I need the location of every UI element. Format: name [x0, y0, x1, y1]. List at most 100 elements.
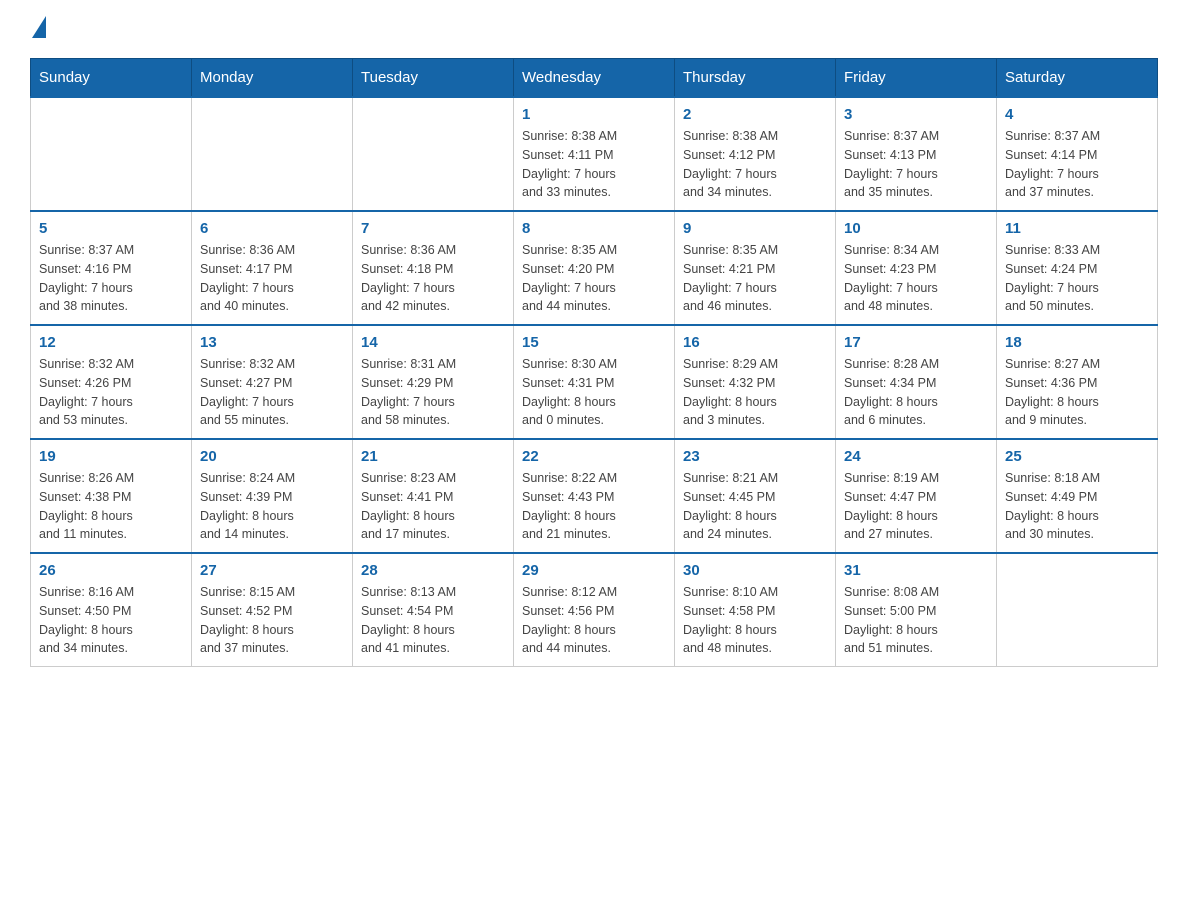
day-info: Sunrise: 8:22 AMSunset: 4:43 PMDaylight:…	[522, 469, 666, 544]
day-info: Sunrise: 8:13 AMSunset: 4:54 PMDaylight:…	[361, 583, 505, 658]
calendar-week-row: 12Sunrise: 8:32 AMSunset: 4:26 PMDayligh…	[31, 325, 1158, 439]
day-number: 22	[522, 448, 666, 465]
day-info: Sunrise: 8:34 AMSunset: 4:23 PMDaylight:…	[844, 241, 988, 316]
calendar-cell: 28 Sunrise: 8:13 AMSunset: 4:54 PMDayligh…	[353, 553, 514, 667]
calendar-cell: 2 Sunrise: 8:38 AMSunset: 4:12 PMDaylight…	[675, 97, 836, 211]
day-info: Sunrise: 8:24 AMSunset: 4:39 PMDaylight:…	[200, 469, 344, 544]
day-info: Sunrise: 8:36 AMSunset: 4:18 PMDaylight:…	[361, 241, 505, 316]
day-info: Sunrise: 8:08 AMSunset: 5:00 PMDaylight:…	[844, 583, 988, 658]
calendar-cell: 30Sunrise: 8:10 AMSunset: 4:58 PMDayligh…	[675, 553, 836, 667]
day-header-row: Sunday Monday Tuesday Wednesday Thursday…	[31, 59, 1158, 98]
day-info: Sunrise: 8:10 AMSunset: 4:58 PMDaylight:…	[683, 583, 827, 658]
calendar-table: Sunday Monday Tuesday Wednesday Thursday…	[30, 58, 1158, 667]
day-info: Sunrise: 8:38 AMSunset: 4:11 PMDaylight:…	[522, 127, 666, 202]
page-header	[30, 20, 1158, 38]
calendar-cell: 23 Sunrise: 8:21 AMSunset: 4:45 PMDayligh…	[675, 439, 836, 553]
day-info: Sunrise: 8:37 AMSunset: 4:13 PMDaylight:…	[844, 127, 988, 202]
day-info: Sunrise: 8:35 AMSunset: 4:21 PMDaylight:…	[683, 241, 827, 316]
calendar-cell: 1 Sunrise: 8:38 AMSunset: 4:11 PMDaylight…	[514, 97, 675, 211]
calendar-cell: 19Sunrise: 8:26 AMSunset: 4:38 PMDayligh…	[31, 439, 192, 553]
day-number: 12	[39, 334, 183, 351]
day-info: Sunrise: 8:35 AMSunset: 4:20 PMDaylight:…	[522, 241, 666, 316]
calendar-cell	[192, 97, 353, 211]
day-number: 25	[1005, 448, 1149, 465]
header-wednesday: Wednesday	[514, 59, 675, 98]
calendar-cell: 5 Sunrise: 8:37 AMSunset: 4:16 PMDaylight…	[31, 211, 192, 325]
day-info: Sunrise: 8:28 AMSunset: 4:34 PMDaylight:…	[844, 355, 988, 430]
day-info: Sunrise: 8:37 AMSunset: 4:16 PMDaylight:…	[39, 241, 183, 316]
calendar-cell: 6 Sunrise: 8:36 AMSunset: 4:17 PMDaylight…	[192, 211, 353, 325]
calendar-cell: 10 Sunrise: 8:34 AMSunset: 4:23 PMDayligh…	[836, 211, 997, 325]
day-info: Sunrise: 8:31 AMSunset: 4:29 PMDaylight:…	[361, 355, 505, 430]
calendar-cell: 24 Sunrise: 8:19 AMSunset: 4:47 PMDayligh…	[836, 439, 997, 553]
day-info: Sunrise: 8:38 AMSunset: 4:12 PMDaylight:…	[683, 127, 827, 202]
header-friday: Friday	[836, 59, 997, 98]
day-number: 1	[522, 106, 666, 123]
calendar-cell: 22 Sunrise: 8:22 AMSunset: 4:43 PMDayligh…	[514, 439, 675, 553]
calendar-cell: 4Sunrise: 8:37 AMSunset: 4:14 PMDaylight…	[997, 97, 1158, 211]
calendar-cell: 21 Sunrise: 8:23 AMSunset: 4:41 PMDayligh…	[353, 439, 514, 553]
header-sunday: Sunday	[31, 59, 192, 98]
day-number: 19	[39, 448, 183, 465]
calendar-header: Sunday Monday Tuesday Wednesday Thursday…	[31, 59, 1158, 98]
day-info: Sunrise: 8:15 AMSunset: 4:52 PMDaylight:…	[200, 583, 344, 658]
day-number: 23	[683, 448, 827, 465]
day-info: Sunrise: 8:32 AMSunset: 4:27 PMDaylight:…	[200, 355, 344, 430]
calendar-cell	[31, 97, 192, 211]
day-number: 27	[200, 562, 344, 579]
day-number: 7	[361, 220, 505, 237]
calendar-week-row: 1 Sunrise: 8:38 AMSunset: 4:11 PMDaylight…	[31, 97, 1158, 211]
day-number: 3	[844, 106, 988, 123]
day-number: 4	[1005, 106, 1149, 123]
calendar-cell: 11 Sunrise: 8:33 AMSunset: 4:24 PMDayligh…	[997, 211, 1158, 325]
day-number: 26	[39, 562, 183, 579]
calendar-cell: 29Sunrise: 8:12 AMSunset: 4:56 PMDayligh…	[514, 553, 675, 667]
calendar-cell: 7 Sunrise: 8:36 AMSunset: 4:18 PMDaylight…	[353, 211, 514, 325]
calendar-cell: 20 Sunrise: 8:24 AMSunset: 4:39 PMDayligh…	[192, 439, 353, 553]
calendar-cell: 9 Sunrise: 8:35 AMSunset: 4:21 PMDaylight…	[675, 211, 836, 325]
logo	[30, 20, 46, 38]
day-number: 21	[361, 448, 505, 465]
day-number: 20	[200, 448, 344, 465]
day-number: 28	[361, 562, 505, 579]
header-monday: Monday	[192, 59, 353, 98]
calendar-cell: 12Sunrise: 8:32 AMSunset: 4:26 PMDayligh…	[31, 325, 192, 439]
calendar-cell	[997, 553, 1158, 667]
calendar-week-row: 26Sunrise: 8:16 AMSunset: 4:50 PMDayligh…	[31, 553, 1158, 667]
calendar-cell: 18 Sunrise: 8:27 AMSunset: 4:36 PMDayligh…	[997, 325, 1158, 439]
calendar-cell: 8Sunrise: 8:35 AMSunset: 4:20 PMDaylight…	[514, 211, 675, 325]
day-number: 17	[844, 334, 988, 351]
day-number: 11	[1005, 220, 1149, 237]
calendar-cell: 13 Sunrise: 8:32 AMSunset: 4:27 PMDayligh…	[192, 325, 353, 439]
day-info: Sunrise: 8:29 AMSunset: 4:32 PMDaylight:…	[683, 355, 827, 430]
day-info: Sunrise: 8:27 AMSunset: 4:36 PMDaylight:…	[1005, 355, 1149, 430]
day-number: 24	[844, 448, 988, 465]
day-number: 10	[844, 220, 988, 237]
calendar-week-row: 5 Sunrise: 8:37 AMSunset: 4:16 PMDaylight…	[31, 211, 1158, 325]
header-thursday: Thursday	[675, 59, 836, 98]
calendar-cell	[353, 97, 514, 211]
calendar-week-row: 19Sunrise: 8:26 AMSunset: 4:38 PMDayligh…	[31, 439, 1158, 553]
day-info: Sunrise: 8:21 AMSunset: 4:45 PMDaylight:…	[683, 469, 827, 544]
day-info: Sunrise: 8:19 AMSunset: 4:47 PMDaylight:…	[844, 469, 988, 544]
calendar-cell: 15Sunrise: 8:30 AMSunset: 4:31 PMDayligh…	[514, 325, 675, 439]
day-number: 29	[522, 562, 666, 579]
day-number: 14	[361, 334, 505, 351]
day-number: 5	[39, 220, 183, 237]
day-info: Sunrise: 8:23 AMSunset: 4:41 PMDaylight:…	[361, 469, 505, 544]
day-info: Sunrise: 8:30 AMSunset: 4:31 PMDaylight:…	[522, 355, 666, 430]
day-info: Sunrise: 8:36 AMSunset: 4:17 PMDaylight:…	[200, 241, 344, 316]
calendar-cell: 3 Sunrise: 8:37 AMSunset: 4:13 PMDaylight…	[836, 97, 997, 211]
day-number: 9	[683, 220, 827, 237]
calendar-cell: 26Sunrise: 8:16 AMSunset: 4:50 PMDayligh…	[31, 553, 192, 667]
calendar-body: 1 Sunrise: 8:38 AMSunset: 4:11 PMDaylight…	[31, 97, 1158, 667]
calendar-cell: 25Sunrise: 8:18 AMSunset: 4:49 PMDayligh…	[997, 439, 1158, 553]
day-number: 6	[200, 220, 344, 237]
calendar-cell: 27 Sunrise: 8:15 AMSunset: 4:52 PMDayligh…	[192, 553, 353, 667]
day-info: Sunrise: 8:33 AMSunset: 4:24 PMDaylight:…	[1005, 241, 1149, 316]
day-number: 18	[1005, 334, 1149, 351]
day-number: 13	[200, 334, 344, 351]
header-tuesday: Tuesday	[353, 59, 514, 98]
day-number: 2	[683, 106, 827, 123]
calendar-cell: 31Sunrise: 8:08 AMSunset: 5:00 PMDayligh…	[836, 553, 997, 667]
